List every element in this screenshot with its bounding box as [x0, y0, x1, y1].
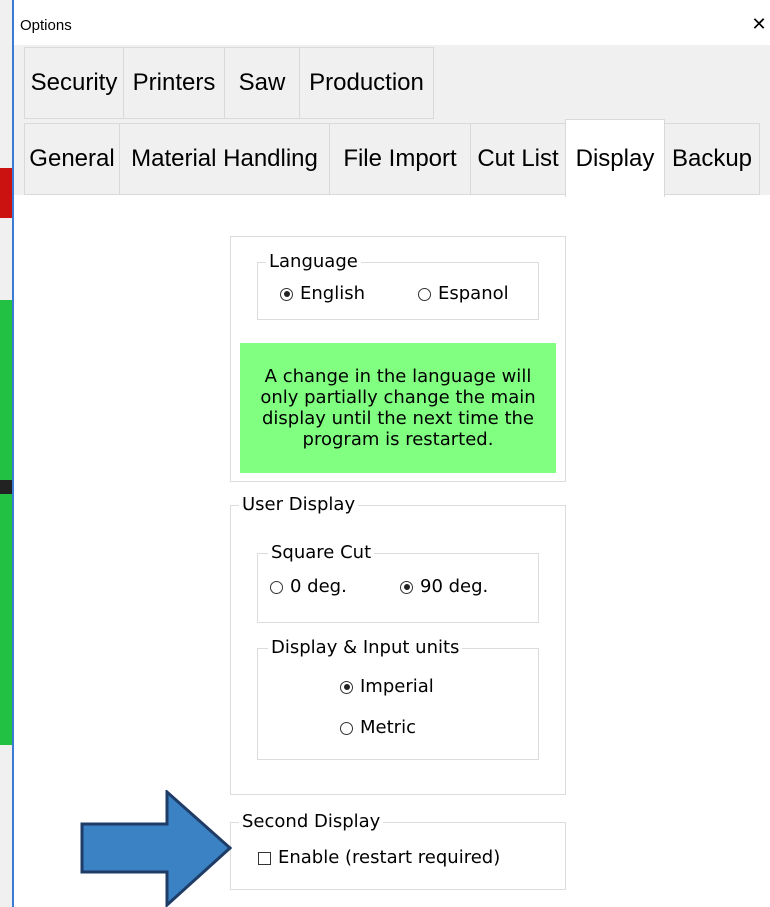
radio-90-deg-label: 90 deg.: [420, 576, 489, 597]
radio-0-deg-label: 0 deg.: [290, 576, 347, 597]
checkbox-enable-second-display[interactable]: Enable (restart required): [258, 848, 500, 868]
background-red-strip: [0, 168, 12, 218]
radio-espanol[interactable]: Espanol: [418, 284, 509, 304]
background-green-strip: [0, 300, 12, 745]
radio-imperial-icon: [340, 680, 353, 694]
radio-metric[interactable]: Metric: [340, 718, 416, 738]
second-display-legend: Second Display: [239, 812, 384, 832]
radio-0-deg-icon: [270, 580, 283, 594]
radio-metric-icon: [340, 721, 353, 735]
blue-arrow-icon: [80, 790, 232, 907]
close-icon[interactable]: ✕: [748, 14, 770, 35]
tab-general[interactable]: General: [24, 123, 120, 195]
radio-espanol-label: Espanol: [438, 283, 509, 304]
tab-backup[interactable]: Backup: [664, 123, 760, 195]
user-display-legend: User Display: [239, 495, 359, 515]
tab-security[interactable]: Security: [24, 47, 124, 119]
radio-imperial[interactable]: Imperial: [340, 677, 434, 697]
units-group: Display & Input units: [257, 638, 539, 760]
radio-metric-label: Metric: [360, 717, 416, 738]
window-title: Options: [20, 17, 72, 34]
background-dark-mark: [0, 480, 12, 494]
radio-90-deg-icon: [400, 580, 413, 594]
title-bar: Options ✕: [14, 0, 770, 45]
radio-espanol-icon: [418, 287, 431, 301]
radio-english-icon: [280, 287, 293, 301]
radio-imperial-label: Imperial: [360, 676, 434, 697]
radio-english[interactable]: English: [280, 284, 365, 304]
tab-cut-list[interactable]: Cut List: [470, 123, 566, 195]
tab-production[interactable]: Production: [299, 47, 434, 119]
background-app-edge: [0, 0, 14, 907]
tab-printers[interactable]: Printers: [123, 47, 225, 119]
square-cut-legend: Square Cut: [268, 543, 375, 563]
checkbox-enable-icon: [258, 851, 271, 865]
language-warning-note: A change in the language will only parti…: [240, 343, 556, 473]
units-legend: Display & Input units: [268, 638, 463, 658]
tab-display[interactable]: Display: [565, 119, 665, 197]
tab-material-handling[interactable]: Material Handling: [119, 123, 330, 195]
checkbox-enable-label: Enable (restart required): [278, 847, 501, 868]
radio-0-deg[interactable]: 0 deg.: [270, 577, 347, 597]
tab-file-import[interactable]: File Import: [329, 123, 471, 195]
radio-90-deg[interactable]: 90 deg.: [400, 577, 488, 597]
radio-english-label: English: [300, 283, 365, 304]
tab-saw[interactable]: Saw: [224, 47, 300, 119]
language-legend: Language: [266, 252, 361, 272]
